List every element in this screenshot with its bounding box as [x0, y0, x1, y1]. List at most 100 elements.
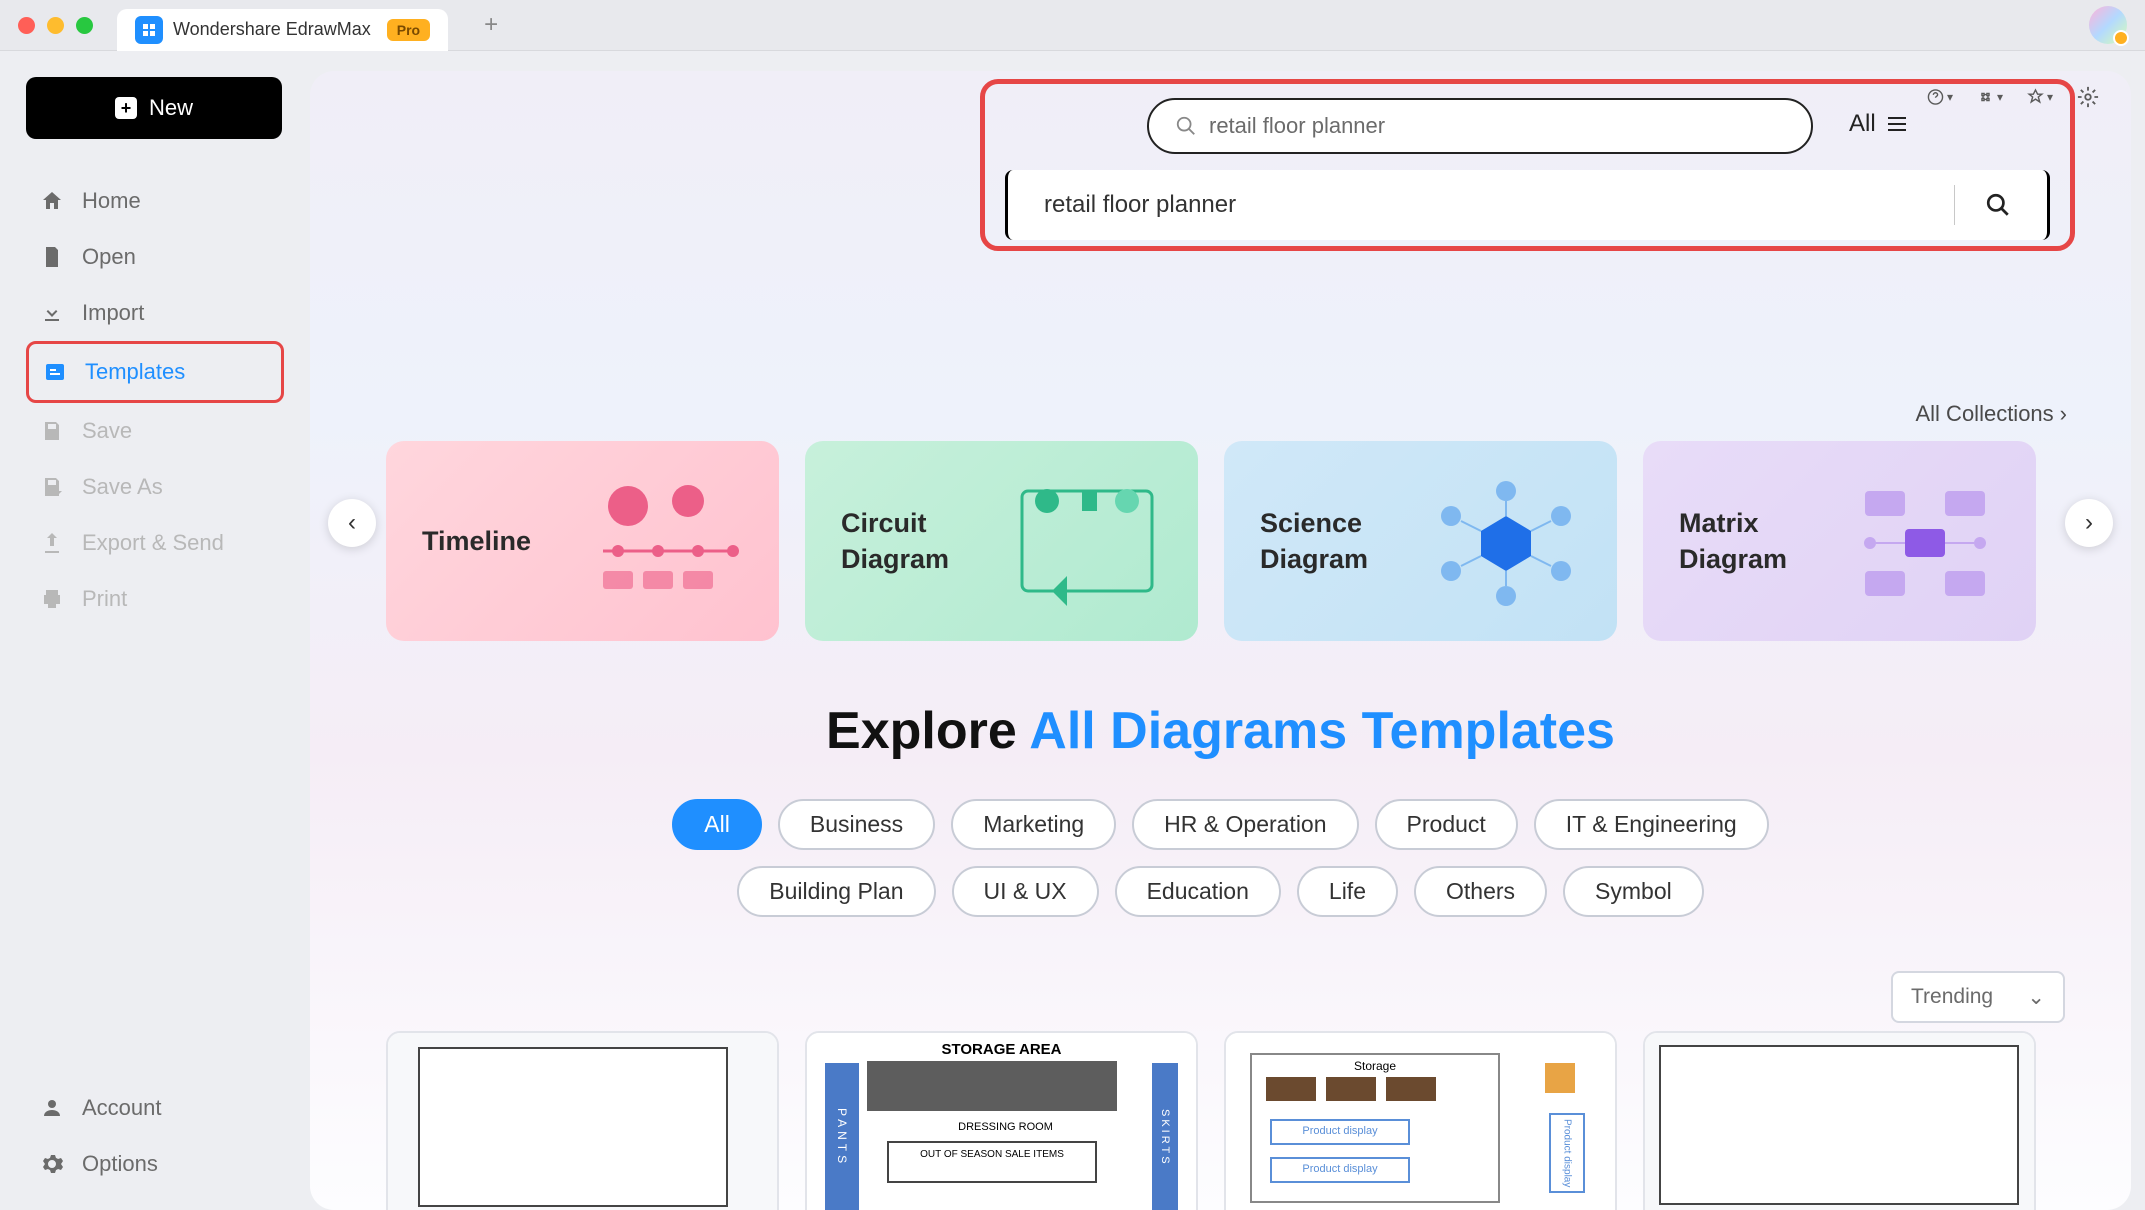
search-filter-all[interactable]: All — [1849, 110, 1910, 138]
home-icon — [40, 189, 64, 213]
sidebar-item-label: Export & Send — [82, 530, 224, 556]
menu-icon — [1884, 114, 1910, 134]
sidebar-item-label: Save As — [82, 474, 163, 500]
save-as-icon — [40, 475, 64, 499]
divider — [1954, 185, 1955, 225]
search-input[interactable] — [1209, 113, 1785, 139]
new-tab-button[interactable]: + — [484, 11, 498, 39]
all-collections-link[interactable]: All Collections › — [1916, 401, 2068, 427]
export-icon — [40, 531, 64, 555]
chip-hr-operation[interactable]: HR & Operation — [1132, 799, 1358, 850]
title-bar: Wondershare EdrawMax Pro + — [0, 0, 2145, 51]
sidebar-item-open[interactable]: Open — [26, 229, 284, 285]
science-graphic-icon — [1421, 471, 1591, 611]
maximize-window-button[interactable] — [76, 17, 93, 34]
gear-icon — [40, 1152, 64, 1176]
storage-area-label: STORAGE AREA — [807, 1041, 1196, 1058]
sidebar-item-import[interactable]: Import — [26, 285, 284, 341]
chip-it-engineering[interactable]: IT & Engineering — [1534, 799, 1769, 850]
sort-dropdown[interactable]: Trending ⌄ — [1891, 971, 2065, 1023]
window-controls — [18, 17, 93, 34]
matrix-graphic-icon — [1840, 471, 2010, 611]
category-card-science[interactable]: Science Diagram — [1224, 441, 1617, 641]
sidebar-item-label: Options — [82, 1151, 158, 1177]
pd2-label: Product display — [1270, 1157, 1410, 1183]
chip-symbol[interactable]: Symbol — [1563, 866, 1704, 917]
new-button-label: New — [149, 95, 193, 121]
category-card-timeline[interactable]: Timeline — [386, 441, 779, 641]
chip-marketing[interactable]: Marketing — [951, 799, 1116, 850]
suggestion-text: retail floor planner — [1044, 191, 1954, 219]
user-avatar[interactable] — [2089, 6, 2127, 44]
chip-business[interactable]: Business — [778, 799, 935, 850]
chip-ui-ux[interactable]: UI & UX — [952, 866, 1099, 917]
pd3-label: Product display — [1549, 1113, 1585, 1193]
circuit-graphic-icon — [1002, 471, 1172, 611]
template-card-3[interactable]: Storage Product display Product display … — [1224, 1031, 1617, 1210]
cards-prev-button[interactable]: ‹ — [328, 499, 376, 547]
heading-part2: All Diagrams Templates — [1029, 702, 1615, 760]
chip-education[interactable]: Education — [1115, 866, 1281, 917]
sidebar-item-save-as[interactable]: Save As — [26, 459, 284, 515]
pants-label: PANTS — [825, 1063, 859, 1210]
timeline-graphic-icon — [583, 471, 753, 611]
template-preview — [388, 1033, 777, 1210]
sidebar-item-export[interactable]: Export & Send — [26, 515, 284, 571]
category-card-matrix[interactable]: Matrix Diagram — [1643, 441, 2036, 641]
sidebar-item-options[interactable]: Options — [26, 1136, 284, 1192]
search-highlight-box: All retail floor planner — [980, 79, 2075, 251]
sidebar-item-label: Home — [82, 188, 141, 214]
print-icon — [40, 587, 64, 611]
template-card-1[interactable] — [386, 1031, 779, 1210]
account-icon — [40, 1096, 64, 1120]
sidebar-item-print[interactable]: Print — [26, 571, 284, 627]
pd1-label: Product display — [1270, 1119, 1410, 1145]
sidebar-item-label: Open — [82, 244, 136, 270]
sidebar-item-home[interactable]: Home — [26, 173, 284, 229]
sidebar-item-label: Templates — [85, 359, 185, 385]
chip-all[interactable]: All — [672, 799, 762, 850]
category-cards-row: ‹ › Timeline Circuit Diagram — [310, 441, 2131, 641]
explore-heading: Explore All Diagrams Templates — [310, 701, 2131, 761]
plus-icon: + — [115, 97, 137, 119]
template-preview — [1645, 1033, 2034, 1210]
search-suggestion-row[interactable]: retail floor planner — [1005, 170, 2050, 240]
skirts-label: SKIRTS — [1152, 1063, 1178, 1210]
search-pill[interactable] — [1147, 98, 1813, 154]
dressing-label: DRESSING ROOM — [867, 1121, 1144, 1133]
card-title: Timeline — [422, 523, 531, 559]
sidebar-item-label: Account — [82, 1095, 162, 1121]
main-content: ▾ ▾ ▾ All retail floor planner All Colle — [310, 71, 2131, 1210]
sidebar-item-label: Save — [82, 418, 132, 444]
sale-label: OUT OF SEASON SALE ITEMS — [887, 1141, 1097, 1183]
app-tab[interactable]: Wondershare EdrawMax Pro — [117, 9, 448, 51]
chip-others[interactable]: Others — [1414, 866, 1547, 917]
template-card-2[interactable]: STORAGE AREA PANTS SKIRTS DRESSING ROOM … — [805, 1031, 1198, 1210]
category-card-circuit[interactable]: Circuit Diagram — [805, 441, 1198, 641]
chip-life[interactable]: Life — [1297, 866, 1398, 917]
template-preview: STORAGE AREA PANTS SKIRTS DRESSING ROOM … — [807, 1033, 1196, 1210]
download-icon — [40, 301, 64, 325]
app-logo-icon — [135, 16, 163, 44]
storage-label: Storage — [1250, 1059, 1500, 1073]
filter-label: All — [1849, 110, 1876, 138]
template-preview: Storage Product display Product display … — [1226, 1033, 1615, 1210]
card-title: Matrix Diagram — [1679, 505, 1787, 578]
minimize-window-button[interactable] — [47, 17, 64, 34]
cards-next-button[interactable]: › — [2065, 499, 2113, 547]
template-card-4[interactable]: Floor Plan for Retail Clothing — [1643, 1031, 2036, 1210]
new-button[interactable]: + New — [26, 77, 282, 139]
sidebar-item-templates[interactable]: Templates — [26, 341, 284, 403]
chip-building-plan[interactable]: Building Plan — [737, 866, 935, 917]
settings-icon[interactable] — [2077, 84, 2103, 110]
sidebar-item-account[interactable]: Account — [26, 1080, 284, 1136]
sidebar-item-label: Print — [82, 586, 127, 612]
sidebar-item-save[interactable]: Save — [26, 403, 284, 459]
chip-product[interactable]: Product — [1375, 799, 1518, 850]
sidebar: + New Home Open Import Templates Sav — [0, 51, 310, 1210]
heading-part1: Explore — [826, 702, 1029, 760]
document-icon — [40, 245, 64, 269]
chevron-down-icon: ⌄ — [2027, 985, 2045, 1010]
search-icon[interactable] — [1985, 192, 2011, 218]
close-window-button[interactable] — [18, 17, 35, 34]
